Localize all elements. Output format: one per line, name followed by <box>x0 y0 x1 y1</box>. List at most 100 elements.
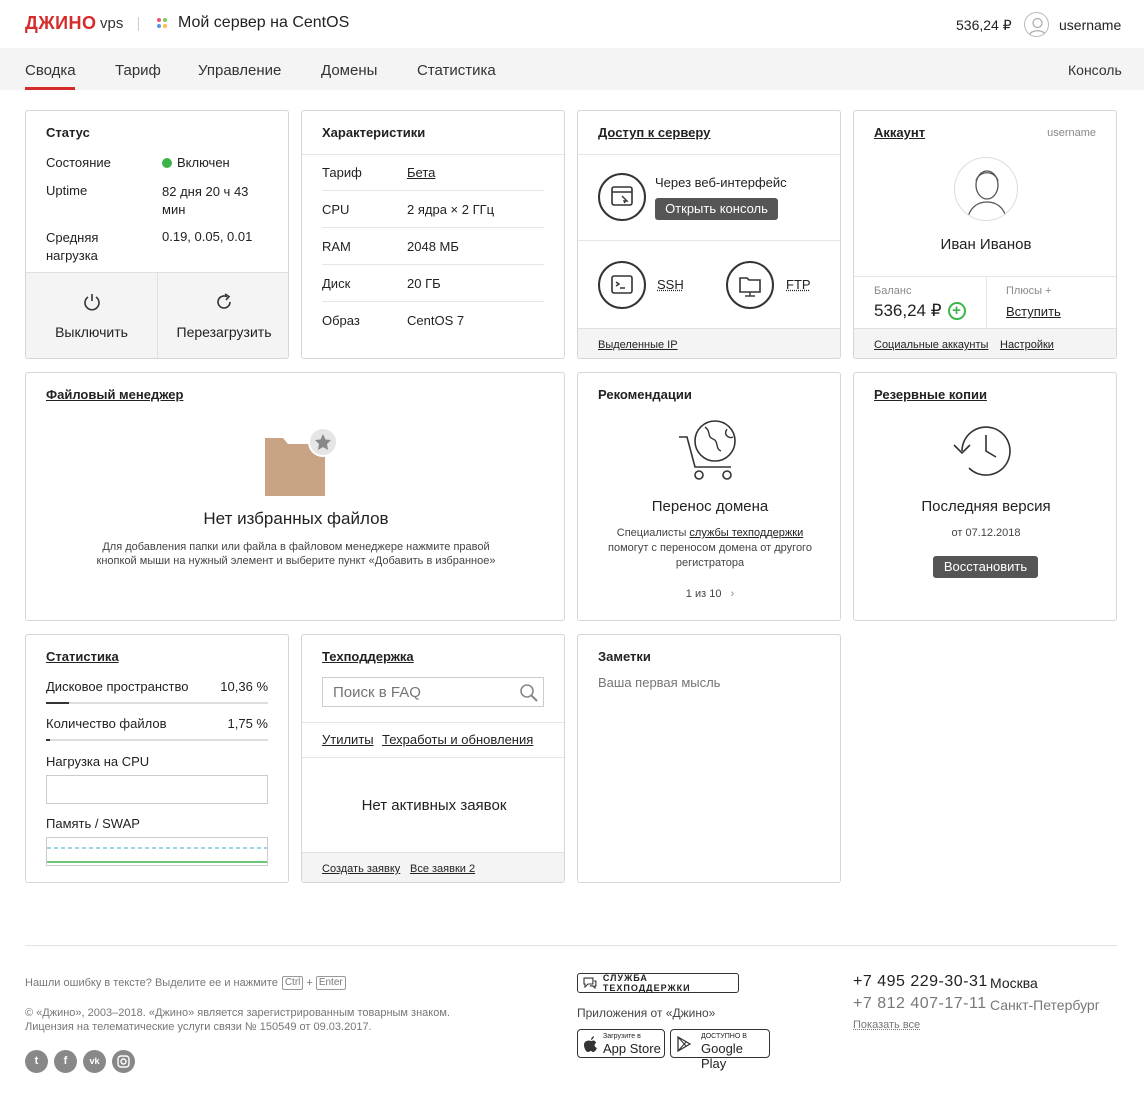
vk-icon[interactable]: vk <box>83 1050 106 1073</box>
account-card: Аккаунт username Иван Иванов Баланс 536,… <box>853 110 1117 359</box>
header-divider <box>138 17 139 31</box>
ftp-link[interactable]: FTP <box>786 277 811 292</box>
account-username: username <box>1047 127 1096 139</box>
spec-value: CentOS 7 <box>407 313 465 328</box>
disk-progress <box>46 702 268 704</box>
faq-search-box <box>322 677 544 707</box>
empty-favorites-text-2: кнопкой мыши на нужный элемент и выберит… <box>96 555 496 567</box>
faq-search-input[interactable] <box>323 678 508 706</box>
instagram-icon[interactable] <box>112 1050 135 1073</box>
city-moscow: Москва <box>990 975 1038 991</box>
domain-transfer-icon <box>677 417 743 486</box>
maintenance-link[interactable]: Техработы и обновления <box>382 732 533 747</box>
cpu-graph <box>46 775 268 804</box>
facebook-icon[interactable]: f <box>54 1050 77 1073</box>
recommendation-text: Специалисты <box>616 527 687 539</box>
memory-graph <box>46 837 268 866</box>
google-play-label: Google Play <box>701 1041 743 1071</box>
console-link[interactable]: Консоль <box>1068 62 1122 78</box>
divider <box>578 154 840 155</box>
power-icon <box>84 294 100 311</box>
next-chevron-icon[interactable]: › <box>731 588 735 600</box>
all-tickets-link[interactable]: Все заявки 2 <box>410 863 475 875</box>
state-indicator-icon <box>162 157 172 168</box>
statistics-card: Статистика Дисковое пространство 10,36 %… <box>25 634 289 883</box>
uptime-value: 82 дня 20 ч 43 мин <box>162 184 249 217</box>
specs-title: Характеристики <box>322 125 426 140</box>
access-title[interactable]: Доступ к серверу <box>598 125 710 140</box>
support-footer: Создать заявку Все заявки 2 <box>302 852 564 882</box>
account-title[interactable]: Аккаунт <box>874 125 925 140</box>
empty-favorites-title: Нет избранных файлов <box>203 509 389 528</box>
open-console-button[interactable]: Открыть консоль <box>655 198 778 220</box>
server-title[interactable]: Мой сервер на CentOS <box>178 14 349 32</box>
statistics-title[interactable]: Статистика <box>46 649 119 664</box>
ssh-icon[interactable] <box>598 261 646 309</box>
file-manager-card: Файловый менеджер Нет избранных файлов Д… <box>25 372 565 621</box>
tab-domains[interactable]: Домены <box>321 62 377 79</box>
support-service-badge[interactable]: СЛУЖБА ТЕХПОДДЕРЖКИ <box>577 973 739 993</box>
main-nav: Сводка Тариф Управление Домены Статистик… <box>0 48 1144 90</box>
phone-spb[interactable]: +7 812 407-17-11 <box>853 995 987 1013</box>
divider <box>322 264 544 265</box>
tab-tariff[interactable]: Тариф <box>115 62 161 79</box>
search-icon[interactable] <box>519 683 539 703</box>
footer-divider <box>25 945 1117 946</box>
power-off-button[interactable]: Выключить <box>26 273 157 358</box>
enter-key: Enter <box>315 976 346 990</box>
tab-summary[interactable]: Сводка <box>25 62 76 79</box>
show-all-link[interactable]: Показать все <box>853 1019 920 1031</box>
ssh-link[interactable]: SSH <box>657 277 684 292</box>
tab-statistics[interactable]: Статистика <box>417 62 496 79</box>
error-report-text: Нашли ошибку в тексте? Выделите ее и наж… <box>25 977 278 989</box>
files-progress <box>46 739 268 741</box>
support-service-link[interactable]: службы техподдержки <box>689 527 803 539</box>
utilities-link[interactable]: Утилиты <box>322 732 374 747</box>
backups-title[interactable]: Резервные копии <box>874 387 987 402</box>
backup-heading: Последняя версия <box>921 498 1051 515</box>
social-accounts-link[interactable]: Социальные аккаунты <box>874 339 988 351</box>
add-funds-icon[interactable]: + <box>947 302 966 320</box>
file-manager-title[interactable]: Файловый менеджер <box>46 387 183 402</box>
chat-icon <box>583 977 597 989</box>
recommendation-heading: Перенос домена <box>651 498 769 515</box>
error-report-hint: Нашли ошибку в тексте? Выделите ее и наж… <box>25 976 346 990</box>
restore-button[interactable]: Восстановить <box>933 556 1038 578</box>
notes-title: Заметки <box>598 649 651 664</box>
web-interface-label: Через веб-интерфейс <box>655 175 787 190</box>
header-username[interactable]: username <box>1059 17 1121 33</box>
uptime-label: Uptime <box>46 183 88 198</box>
twitter-icon[interactable]: t <box>25 1050 48 1073</box>
status-card: Статус Состояние Включен Uptime 82 дня 2… <box>25 110 289 359</box>
divider <box>322 301 544 302</box>
no-tickets-text: Нет активных заявок <box>361 797 507 814</box>
spec-value: 2 ядра × 2 ГГц <box>407 202 495 217</box>
app-store-small: Загрузите в <box>603 1033 641 1040</box>
google-play-small: ДОСТУПНО В <box>701 1033 747 1040</box>
spec-tariff-link[interactable]: Бета <box>407 165 435 180</box>
support-title[interactable]: Техподдержка <box>322 649 414 664</box>
notes-textarea[interactable] <box>594 671 824 871</box>
backup-date: от 07.12.2018 <box>951 527 1021 539</box>
google-play-button[interactable]: ДОСТУПНО В Google Play <box>670 1029 770 1071</box>
join-link[interactable]: Вступить <box>1006 304 1061 319</box>
app-store-button[interactable]: Загрузите в App Store <box>577 1029 665 1058</box>
reboot-button[interactable]: Перезагрузить <box>158 273 288 358</box>
recommendation-pager: 1 из 10 › <box>578 588 840 600</box>
logo[interactable]: ДЖИНО <box>25 13 97 34</box>
tab-management[interactable]: Управление <box>198 62 281 79</box>
user-avatar-icon[interactable] <box>1024 12 1049 37</box>
header: ДЖИНО vps Мой сервер на CentOS 536,24 ₽ … <box>0 0 1144 48</box>
spec-value: 2048 МБ <box>407 239 459 254</box>
divider <box>322 190 544 191</box>
dedicated-ip-link[interactable]: Выделенные IP <box>598 339 678 351</box>
load-label: Средняя нагрузка <box>46 230 99 263</box>
create-ticket-link[interactable]: Создать заявку <box>322 863 400 875</box>
spec-label: CPU <box>322 202 350 217</box>
divider <box>986 276 987 328</box>
phone-moscow[interactable]: +7 495 229-30-31 <box>853 973 988 991</box>
header-balance[interactable]: 536,24 ₽ <box>956 17 1012 34</box>
ftp-icon[interactable] <box>726 261 774 309</box>
copyright-line-1: © «Джино», 2003–2018. «Джино» является з… <box>25 1007 450 1019</box>
settings-link[interactable]: Настройки <box>1000 339 1054 351</box>
